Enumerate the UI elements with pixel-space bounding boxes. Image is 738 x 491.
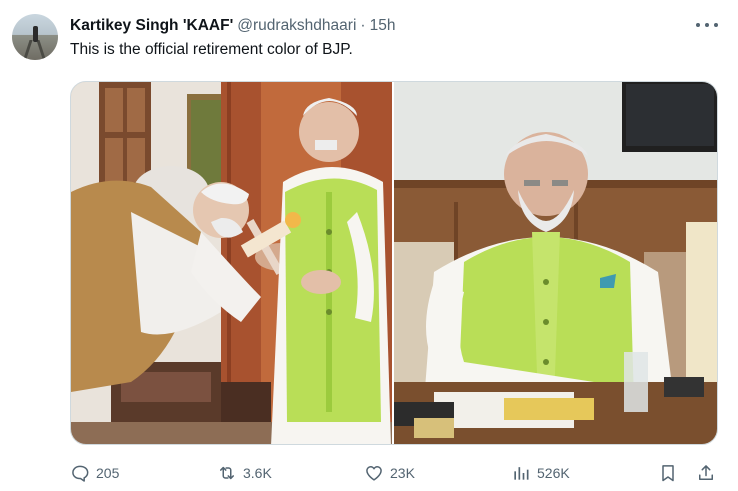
- photo-left[interactable]: [71, 82, 392, 444]
- tweet-header: Kartikey Singh 'KAAF' @rudrakshdhaari · …: [70, 15, 395, 37]
- photo-left-image: [71, 82, 392, 444]
- author-handle[interactable]: @rudrakshdhaari: [237, 17, 356, 35]
- share-button[interactable]: [696, 458, 716, 488]
- reply-button[interactable]: 205: [70, 458, 119, 488]
- more-dot: [714, 23, 718, 27]
- more-dot: [696, 23, 700, 27]
- like-count: 23K: [390, 465, 415, 481]
- tweet-text: This is the official retirement color of…: [70, 41, 353, 58]
- repost-count: 3.6K: [243, 465, 272, 481]
- views-icon: [514, 467, 529, 480]
- author-name[interactable]: Kartikey Singh 'KAAF': [70, 17, 233, 35]
- header-separator: ·: [360, 17, 366, 34]
- author-avatar[interactable]: [12, 14, 58, 60]
- reply-icon: [72, 465, 89, 482]
- heart-icon: [366, 466, 382, 481]
- views-count: 526K: [537, 465, 570, 481]
- repost-button[interactable]: 3.6K: [217, 458, 272, 488]
- bookmark-icon: [662, 465, 674, 482]
- like-button[interactable]: 23K: [364, 458, 415, 488]
- more-icon[interactable]: [696, 18, 718, 32]
- avatar-rail: [22, 40, 33, 60]
- share-icon: [699, 465, 713, 480]
- repost-icon: [220, 466, 234, 480]
- more-dot: [705, 23, 709, 27]
- tweet-actions: 205 3.6K 23K 526K: [70, 458, 720, 488]
- reply-count: 205: [96, 465, 120, 481]
- views-button[interactable]: 526K: [511, 458, 570, 488]
- photo-right-image: [394, 82, 717, 444]
- bookmark-button[interactable]: [658, 458, 678, 488]
- tweet-timestamp[interactable]: 15h: [370, 17, 396, 35]
- tweet-media[interactable]: [70, 81, 718, 445]
- photo-right[interactable]: [394, 82, 717, 444]
- avatar-figure: [33, 26, 38, 42]
- avatar-rail: [36, 40, 47, 60]
